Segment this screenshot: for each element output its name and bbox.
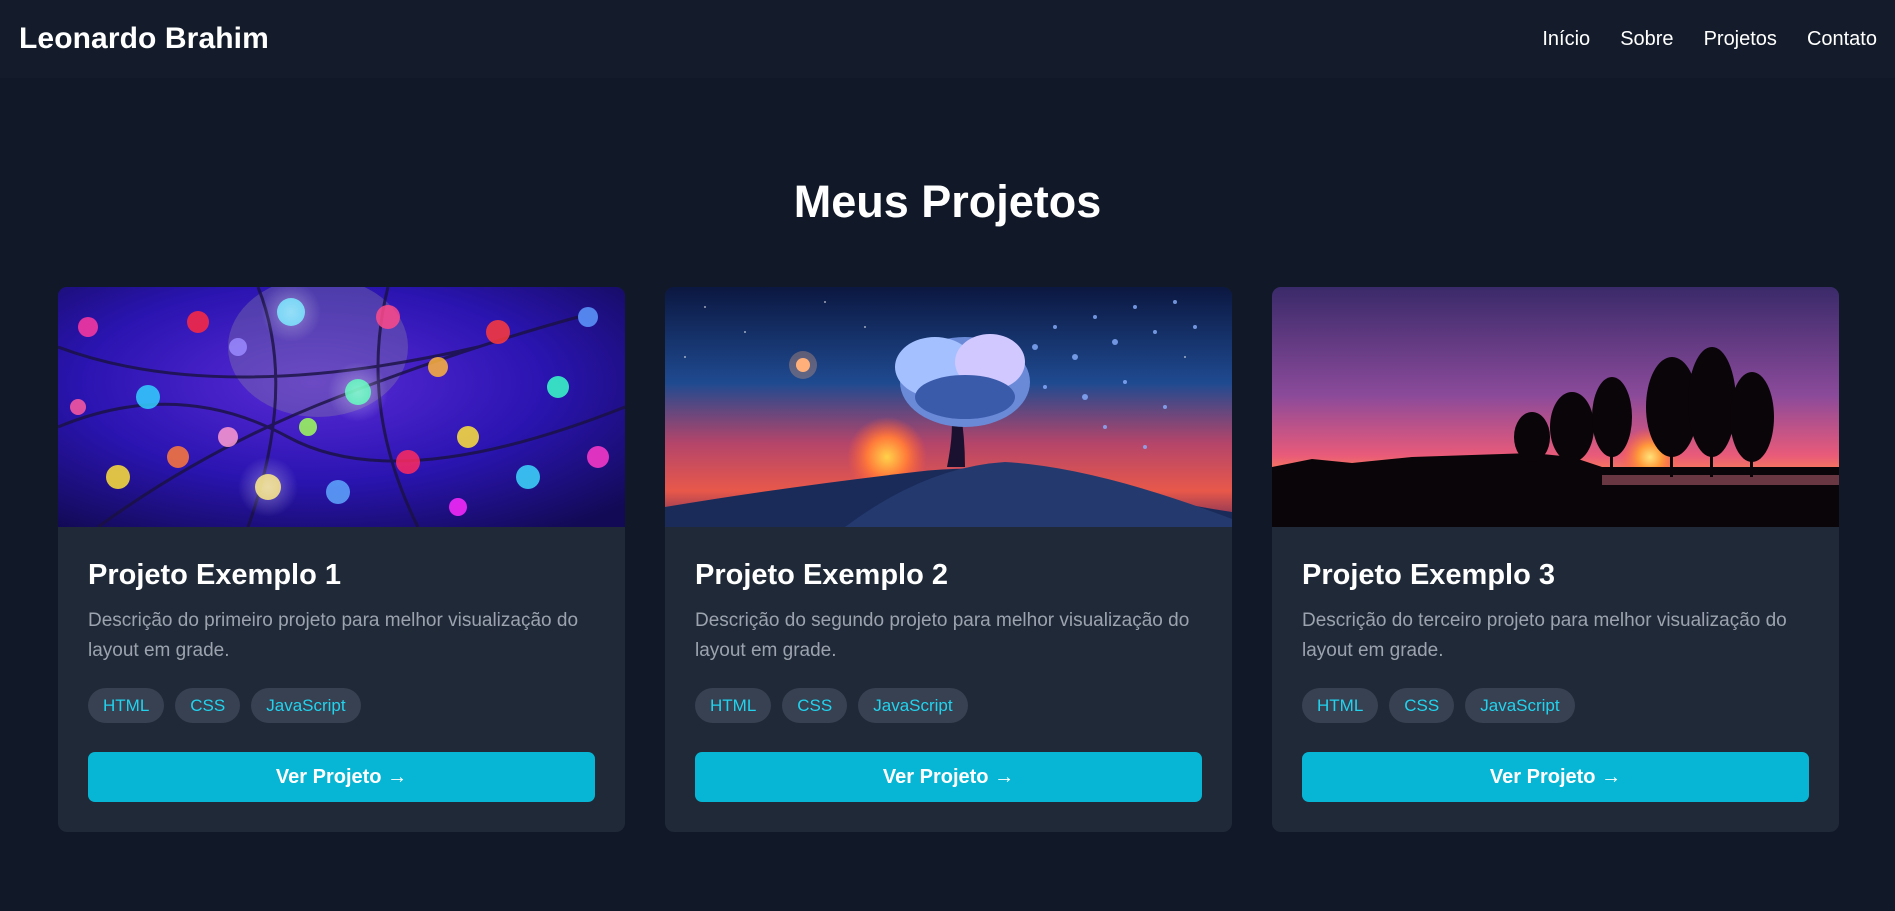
project-image-2 [665,287,1232,527]
tag-css: CSS [175,688,241,723]
card-body: Projeto Exemplo 3 Descrição do terceiro … [1272,527,1839,802]
brand-logo[interactable]: Leonardo Brahim [19,22,269,56]
view-project-button[interactable]: Ver Projeto → [1302,752,1809,802]
nav-link-projetos[interactable]: Projetos [1704,28,1777,51]
navbar: Leonardo Brahim Início Sobre Projetos Co… [0,0,1895,78]
tag-list: HTML CSS JavaScript [88,688,595,723]
nav-links: Início Sobre Projetos Contato [1542,28,1877,51]
project-description: Descrição do segundo projeto para melhor… [695,610,1190,661]
view-project-button[interactable]: Ver Projeto → [88,752,595,802]
tag-javascript: JavaScript [1465,688,1575,723]
project-card-2: Projeto Exemplo 2 Descrição do segundo p… [665,287,1232,832]
project-description: Descrição do terceiro projeto para melho… [1302,610,1787,661]
project-card-1: Projeto Exemplo 1 Descrição do primeiro … [58,287,625,832]
tag-css: CSS [1389,688,1455,723]
nav-link-inicio[interactable]: Início [1542,28,1590,51]
tag-list: HTML CSS JavaScript [1302,688,1809,723]
view-project-button[interactable]: Ver Projeto → [695,752,1202,802]
project-description: Descrição do primeiro projeto para melho… [88,610,579,661]
card-body: Projeto Exemplo 1 Descrição do primeiro … [58,527,625,802]
project-image-3 [1272,287,1839,527]
project-title: Projeto Exemplo 2 [695,559,949,591]
tag-html: HTML [1302,688,1379,723]
tag-javascript: JavaScript [858,688,968,723]
tag-css: CSS [782,688,848,723]
project-card-3: Projeto Exemplo 3 Descrição do terceiro … [1272,287,1839,832]
tag-html: HTML [695,688,772,723]
card-body: Projeto Exemplo 2 Descrição do segundo p… [665,527,1232,802]
nav-link-contato[interactable]: Contato [1807,28,1877,51]
project-title: Projeto Exemplo 1 [88,559,342,591]
page-title: Meus Projetos [793,176,1102,227]
tag-html: HTML [88,688,165,723]
project-image-1 [58,287,625,527]
project-title: Projeto Exemplo 3 [1302,559,1556,591]
nav-link-sobre[interactable]: Sobre [1620,28,1673,51]
tag-list: HTML CSS JavaScript [695,688,1202,723]
tag-javascript: JavaScript [251,688,361,723]
